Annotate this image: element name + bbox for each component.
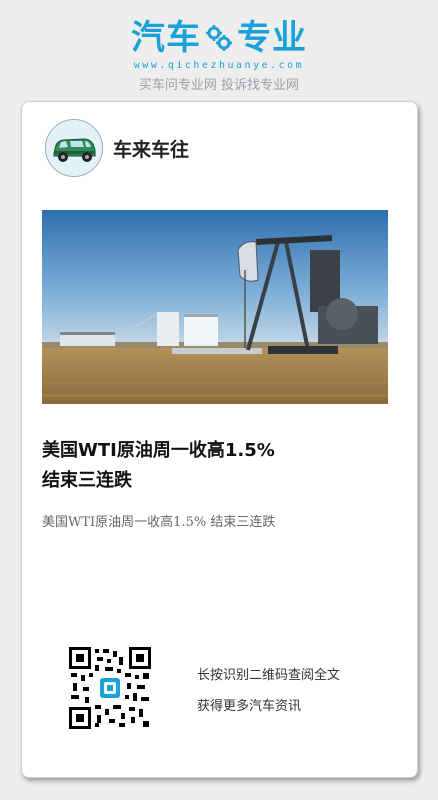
oil-pumpjack-photo xyxy=(42,210,388,404)
article-title-line2: 结束三连跌 xyxy=(42,470,132,491)
brand-header: 汽车 专业 www.qichezhuanye.com 买车问专业网 投诉找专业网 xyxy=(0,18,438,93)
author-avatar xyxy=(45,119,103,177)
brand-name-left: 汽车 xyxy=(131,18,201,58)
author-name: 车来车往 xyxy=(113,139,190,161)
brand-slogan: 买车问专业网 投诉找专业网 xyxy=(138,78,300,93)
gear-icon xyxy=(206,25,232,51)
article-summary: 美国WTI原油周一收高1.5% 结束三连跌 xyxy=(42,515,276,530)
green-car-icon xyxy=(46,120,102,176)
qr-hint-line2: 获得更多汽车资讯 xyxy=(197,699,302,714)
article-title[interactable]: 美国WTI原油周一收高1.5% 结束三连跌 xyxy=(42,436,388,496)
qr-hint-line1: 长按识别二维码查阅全文 xyxy=(197,668,341,683)
brand-name-right: 专业 xyxy=(237,18,307,58)
article-title-line1: 美国WTI原油周一收高1.5% xyxy=(42,440,275,461)
brand-url: www.qichezhuanye.com xyxy=(133,60,305,71)
article-card[interactable]: 车来车往 美国WTI原油周一收高1.5% 结束三连跌 美国WTI原油周一收高1.… xyxy=(21,101,418,778)
qr-code-icon[interactable] xyxy=(69,647,151,729)
brand-logo: 汽车 专业 xyxy=(0,18,438,58)
